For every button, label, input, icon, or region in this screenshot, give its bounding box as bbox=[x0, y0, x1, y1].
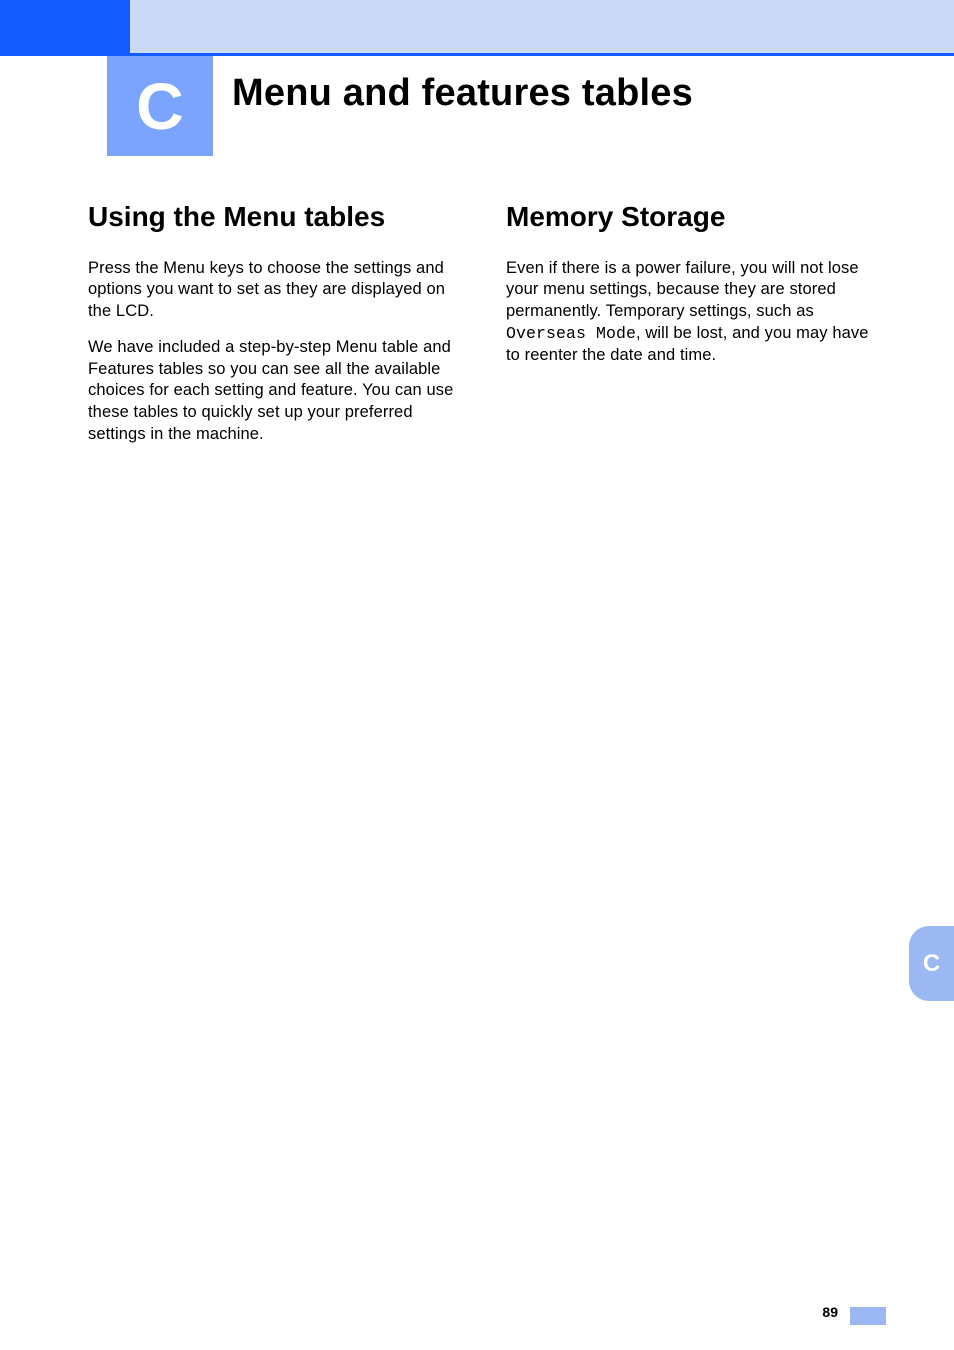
section-tab: C bbox=[909, 926, 954, 1001]
page-marker bbox=[850, 1307, 886, 1325]
document-page: C Menu and features tables Using the Men… bbox=[0, 0, 954, 1350]
section-tab-label: C bbox=[923, 950, 940, 978]
body-paragraph: Even if there is a power failure, you wi… bbox=[506, 258, 886, 367]
content-columns: Using the Menu tables Press the Menu key… bbox=[88, 200, 886, 460]
section-heading-using-menu-tables: Using the Menu tables bbox=[88, 200, 468, 234]
code-overseas-mode: Overseas Mode bbox=[506, 324, 636, 343]
column-left: Using the Menu tables Press the Menu key… bbox=[88, 200, 468, 460]
header-bar-light bbox=[130, 0, 954, 53]
chapter-letter: C bbox=[136, 73, 184, 139]
chapter-badge: C bbox=[107, 56, 213, 156]
chapter-title: Menu and features tables bbox=[232, 72, 693, 115]
header-bar-dark bbox=[0, 0, 130, 53]
section-heading-memory-storage: Memory Storage bbox=[506, 200, 886, 234]
column-right: Memory Storage Even if there is a power … bbox=[506, 200, 886, 460]
text-run: Even if there is a power failure, you wi… bbox=[506, 259, 859, 321]
body-paragraph: We have included a step-by-step Menu tab… bbox=[88, 337, 468, 446]
body-paragraph: Press the Menu keys to choose the settin… bbox=[88, 258, 468, 323]
page-number: 89 bbox=[822, 1304, 838, 1320]
